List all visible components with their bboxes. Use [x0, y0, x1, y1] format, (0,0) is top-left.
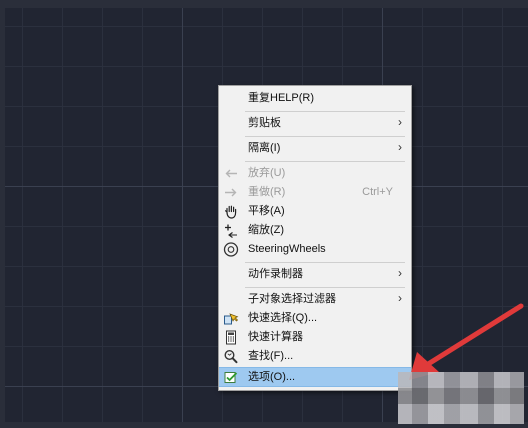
- menu-separator: [245, 262, 405, 263]
- menu-separator: [245, 287, 405, 288]
- menu-item-label: 动作录制器: [248, 268, 303, 280]
- context-menu: 重复HELP(R) 剪贴板 › 隔离(I) › 放弃(U) 重做(R) Ctrl…: [218, 85, 412, 391]
- menu-item-redo[interactable]: 重做(R) Ctrl+Y: [219, 183, 411, 202]
- menu-item-label: 平移(A): [248, 205, 285, 217]
- menu-item-zoom[interactable]: 缩放(Z): [219, 221, 411, 240]
- menu-item-isolate[interactable]: 隔离(I) ›: [219, 139, 411, 158]
- menu-item-label: 子对象选择过滤器: [248, 293, 336, 305]
- submenu-arrow-icon: ›: [398, 266, 402, 280]
- menu-item-label: 隔离(I): [248, 142, 281, 154]
- menu-item-subobject-filter[interactable]: 子对象选择过滤器 ›: [219, 290, 411, 309]
- options-checkbox-icon: [224, 372, 238, 383]
- menu-item-steeringwheels[interactable]: SteeringWheels: [219, 240, 411, 259]
- menu-item-quick-select[interactable]: 快速选择(Q)...: [219, 309, 411, 328]
- menu-item-label: SteeringWheels: [248, 243, 326, 255]
- menu-item-label: 快速计算器: [248, 331, 303, 343]
- menu-item-pan[interactable]: 平移(A): [219, 202, 411, 221]
- redo-arrow-icon: [225, 188, 237, 197]
- canvas-frame-left: [0, 0, 5, 428]
- menu-item-label: 放弃(U): [248, 167, 286, 179]
- menu-item-label: 快速选择(Q)...: [248, 312, 318, 324]
- menu-item-repeat-help[interactable]: 重复HELP(R): [219, 89, 411, 108]
- undo-arrow-icon: [225, 169, 237, 178]
- menu-item-label: 缩放(Z): [248, 224, 285, 236]
- submenu-arrow-icon: ›: [398, 140, 402, 154]
- zoom-icon: [225, 224, 237, 238]
- submenu-arrow-icon: ›: [398, 115, 402, 129]
- menu-item-options[interactable]: 选项(O)...: [219, 367, 411, 387]
- menu-separator: [245, 111, 405, 112]
- canvas-frame-top: [0, 0, 528, 8]
- menu-item-label: 查找(F)...: [248, 350, 294, 362]
- pixelated-watermark-shade: [398, 372, 524, 424]
- find-magnifier-icon: [224, 349, 238, 364]
- hand-pan-icon: [225, 205, 237, 219]
- menu-item-label: 重做(R): [248, 186, 286, 198]
- menu-item-quickcalc[interactable]: 快速计算器: [219, 328, 411, 347]
- menu-item-label: 剪贴板: [248, 117, 281, 129]
- quick-select-icon: [224, 313, 239, 325]
- calculator-icon: [226, 330, 236, 345]
- menu-item-label: 重复HELP(R): [248, 92, 315, 104]
- menu-item-clipboard[interactable]: 剪贴板 ›: [219, 114, 411, 133]
- menu-item-undo[interactable]: 放弃(U): [219, 164, 411, 183]
- steering-wheels-icon: [223, 242, 239, 257]
- menu-item-find[interactable]: 查找(F)...: [219, 347, 411, 366]
- menu-item-label: 选项(O)...: [248, 371, 296, 383]
- menu-item-action-recorder[interactable]: 动作录制器 ›: [219, 265, 411, 284]
- menu-separator: [245, 161, 405, 162]
- menu-separator: [245, 136, 405, 137]
- menu-item-shortcut: Ctrl+Y: [362, 186, 393, 198]
